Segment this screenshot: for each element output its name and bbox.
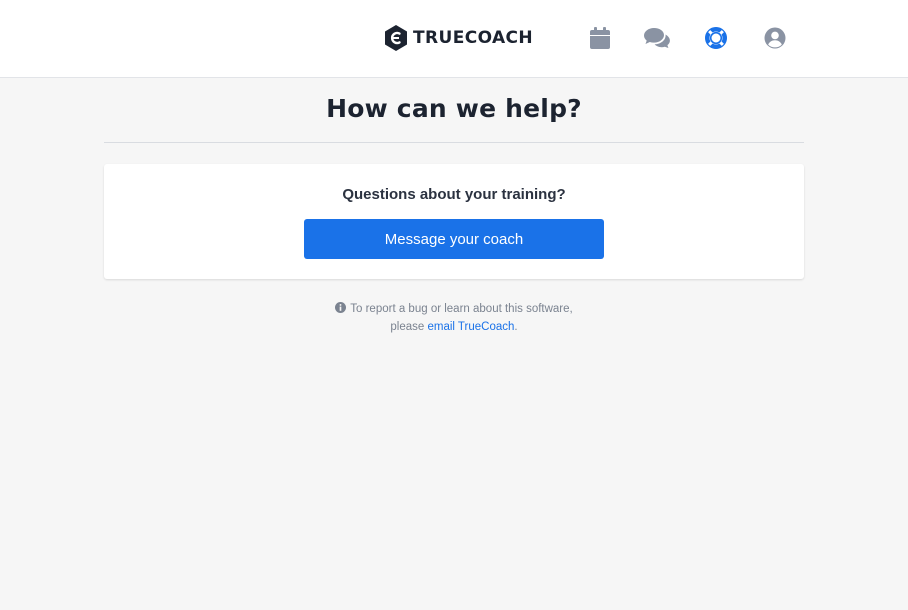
nav-calendar-button[interactable] <box>586 24 614 52</box>
nav-help-button[interactable] <box>702 24 730 52</box>
footnote-line-1: To report a bug or learn about this soft… <box>0 300 908 318</box>
calendar-icon <box>590 27 610 49</box>
message-coach-button[interactable]: Message your coach <box>304 219 604 259</box>
help-card: Questions about your training? Message y… <box>104 164 804 279</box>
footnote-line-2: please email TrueCoach. <box>0 318 908 336</box>
title-divider <box>104 142 804 143</box>
chat-bubbles-icon <box>644 28 670 48</box>
nav-profile-button[interactable] <box>761 24 789 52</box>
email-truecoach-link[interactable]: email TrueCoach <box>427 321 514 333</box>
training-question-text: Questions about your training? <box>342 186 566 203</box>
footnote-prefix: please <box>390 321 425 333</box>
footnote-text: To report a bug or learn about this soft… <box>350 303 573 315</box>
nav-messages-button[interactable] <box>643 24 671 52</box>
top-navigation-bar: TRUECOACH <box>0 0 908 78</box>
truecoach-logo[interactable]: TRUECOACH <box>384 25 533 51</box>
footnote-suffix: . <box>514 321 518 333</box>
logo-text: TRUECOACH <box>413 28 534 48</box>
support-footnote: To report a bug or learn about this soft… <box>0 300 908 336</box>
info-circle-icon <box>335 302 347 313</box>
page-title: How can we help? <box>326 94 582 123</box>
truecoach-logo-icon <box>385 25 407 51</box>
user-circle-icon <box>764 27 786 49</box>
lifebuoy-icon <box>705 27 727 49</box>
